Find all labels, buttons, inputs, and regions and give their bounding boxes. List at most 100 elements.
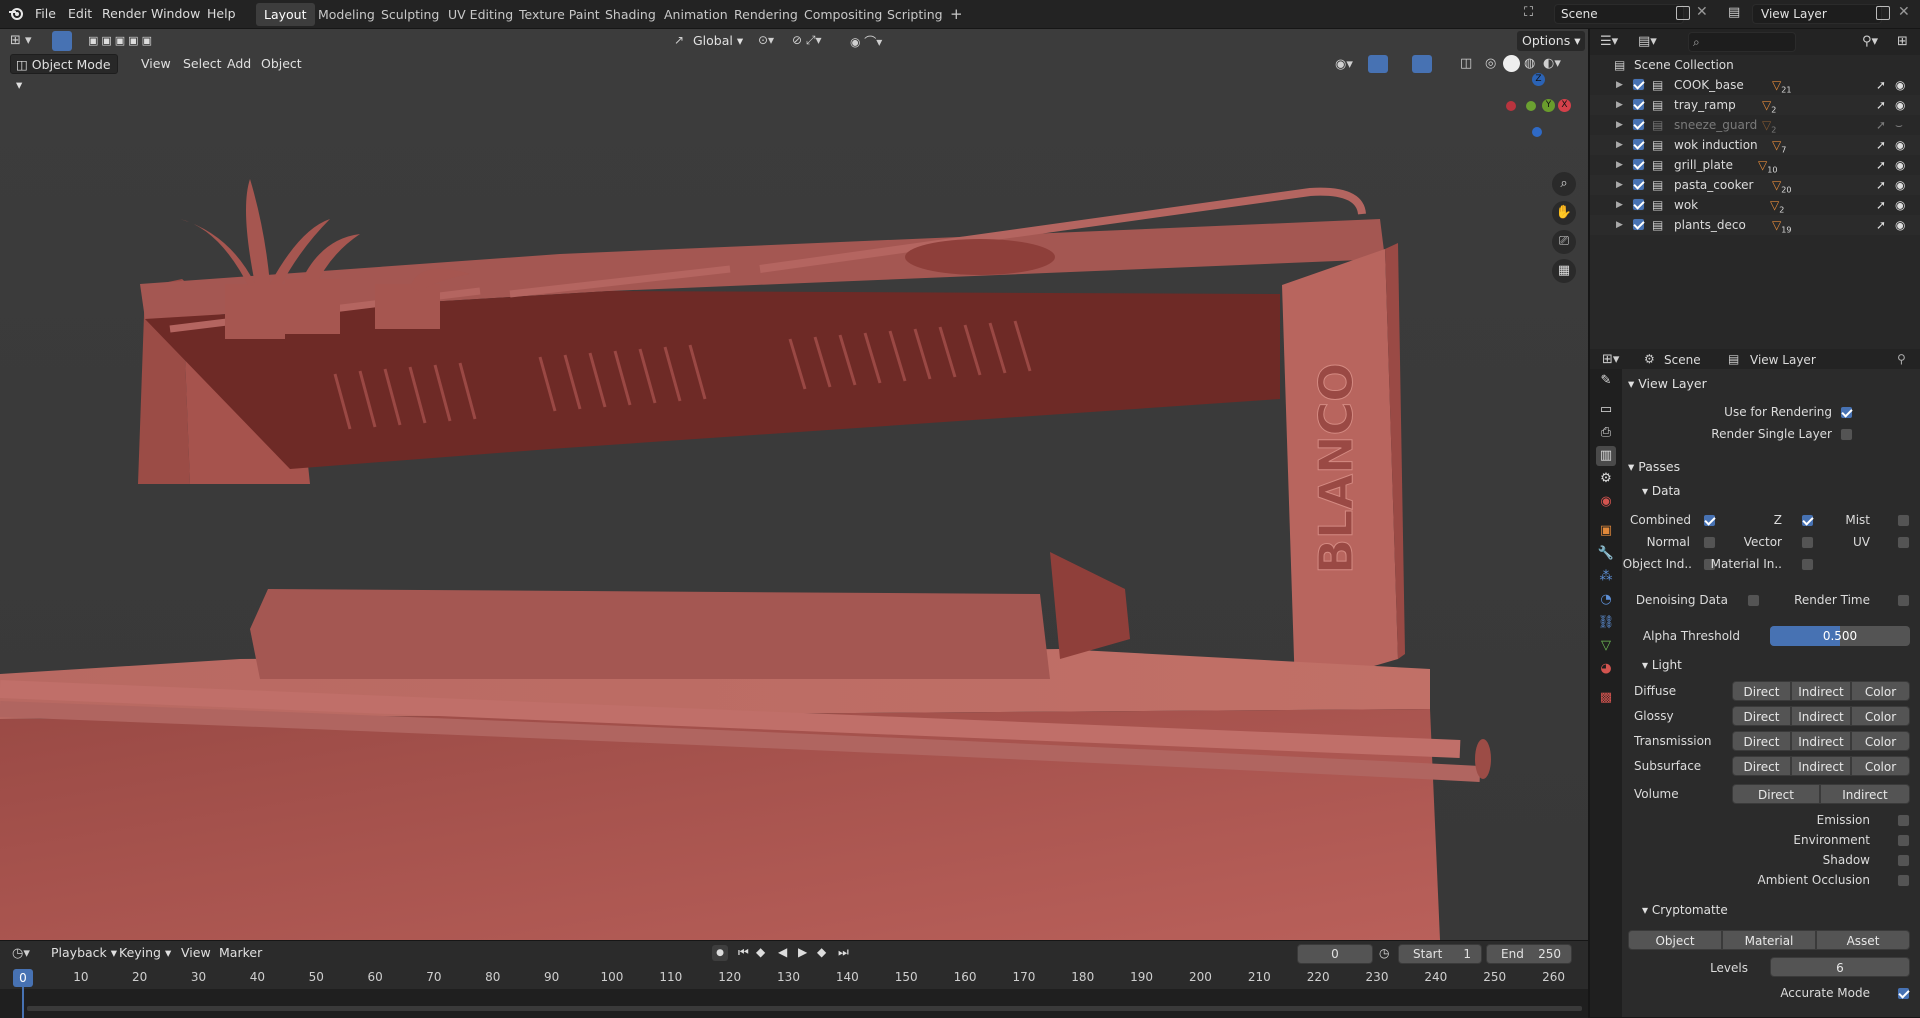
gizmo-z-axis[interactable]: Z xyxy=(1532,73,1545,86)
emission-checkbox[interactable] xyxy=(1897,814,1910,827)
tab-sculpting[interactable]: Sculpting xyxy=(373,3,447,26)
display-mode-icon[interactable]: ▤▾ xyxy=(1638,34,1657,49)
menu-object[interactable]: Object xyxy=(256,54,307,74)
camera-icon[interactable]: ⎚ xyxy=(1552,230,1576,254)
viewport-scene[interactable]: BLANCO xyxy=(0,29,1588,940)
options-dropdown[interactable]: Options ▾ xyxy=(1517,31,1586,51)
tab-scripting[interactable]: Scripting xyxy=(879,3,951,26)
end-frame-field[interactable]: End 250 xyxy=(1486,944,1572,964)
volume-indirect-button[interactable]: Indirect xyxy=(1820,784,1910,804)
3d-viewport[interactable]: BLANCO ⊞ ▾ ▣▣▣▣▣ ↗ Global ▾ ⊙▾ ⊘ ⤢▾ ◉ ⌒▾… xyxy=(0,29,1588,940)
output-tab-icon[interactable]: ⎙ xyxy=(1596,423,1616,443)
light-color-button[interactable]: Color xyxy=(1851,756,1910,776)
outliner-row[interactable]: ▶ ▤ plants_deco ▽19 ➚ ◉ xyxy=(1590,215,1920,235)
selectable-icon[interactable]: ➚ xyxy=(1876,175,1886,195)
overlay-toggle-icon[interactable] xyxy=(1412,55,1432,73)
expand-arrow-icon[interactable]: ▶ xyxy=(1616,155,1623,175)
expand-arrow-icon[interactable]: ▶ xyxy=(1616,215,1623,235)
menu-timeline-view[interactable]: View xyxy=(176,943,216,963)
selectable-icon[interactable]: ➚ xyxy=(1876,155,1886,175)
selectable-icon[interactable]: ➚ xyxy=(1876,215,1886,235)
light-indirect-button[interactable]: Indirect xyxy=(1791,731,1851,751)
menu-select[interactable]: Select xyxy=(178,54,227,74)
data-tab-icon[interactable]: ▽ xyxy=(1596,636,1616,656)
selectable-icon[interactable]: ➚ xyxy=(1876,135,1886,155)
crypto-object-button[interactable]: Object xyxy=(1628,930,1722,950)
normal-checkbox[interactable] xyxy=(1703,536,1716,549)
world-tab-icon[interactable]: ◉ xyxy=(1596,492,1616,512)
clock-icon[interactable]: ◷ xyxy=(1379,946,1389,960)
render-tab-icon[interactable]: ▭ xyxy=(1596,400,1616,420)
mist-checkbox[interactable] xyxy=(1897,514,1910,527)
light-color-button[interactable]: Color xyxy=(1851,706,1910,726)
view-layer-icon[interactable]: ▤ xyxy=(1728,5,1740,20)
select-mode-icons[interactable]: ▣▣▣▣▣ xyxy=(88,34,184,48)
transform-orientation-icon[interactable]: ↗ xyxy=(674,33,684,47)
eye-icon[interactable]: ◉ xyxy=(1895,135,1905,155)
light-indirect-button[interactable]: Indirect xyxy=(1791,681,1851,701)
eye-icon[interactable]: ◉ xyxy=(1895,155,1905,175)
shading-rendered-icon[interactable]: ◐▾ xyxy=(1543,56,1561,71)
outliner-row[interactable]: ▶ ▤ COOK_base ▽21 ➚ ◉ xyxy=(1590,75,1920,95)
light-direct-button[interactable]: Direct xyxy=(1732,756,1791,776)
timeline-track[interactable] xyxy=(0,989,1588,1018)
copy-scene-icon[interactable] xyxy=(1676,6,1690,20)
view-layer-tab-icon[interactable]: ▥ xyxy=(1596,446,1616,466)
gizmo-y-axis[interactable]: Y xyxy=(1542,99,1555,112)
eye-icon[interactable]: ◉ xyxy=(1895,75,1905,95)
selectable-icon[interactable]: ➚ xyxy=(1876,75,1886,95)
expand-arrow-icon[interactable]: ▶ xyxy=(1616,195,1623,215)
gizmo-neg-y[interactable] xyxy=(1526,101,1536,111)
close-view-layer-icon[interactable]: ✕ xyxy=(1898,4,1910,20)
light-color-button[interactable]: Color xyxy=(1851,731,1910,751)
light-direct-button[interactable]: Direct xyxy=(1732,731,1791,751)
scene-icon[interactable]: ⛶ xyxy=(1524,5,1542,23)
menu-keying[interactable]: Keying ▾ xyxy=(114,943,176,963)
playhead[interactable]: 0 xyxy=(13,969,33,987)
physics-tab-icon[interactable]: ◔ xyxy=(1596,590,1616,610)
light-color-button[interactable]: Color xyxy=(1851,681,1910,701)
close-scene-icon[interactable]: ✕ xyxy=(1696,4,1708,20)
scene-tab-icon[interactable]: ⚙ xyxy=(1596,469,1616,489)
selectable-icon[interactable]: ➚ xyxy=(1876,95,1886,115)
tab-modeling[interactable]: Modeling xyxy=(310,3,383,26)
transform-orientation-dropdown[interactable]: Global ▾ xyxy=(688,31,748,51)
xray-icon[interactable]: ◫ xyxy=(1460,56,1472,71)
object-mode-dropdown[interactable]: ◫ Object Mode ▾ xyxy=(10,54,118,92)
editor-type-icon[interactable]: ⊞ ▾ xyxy=(10,33,32,48)
collection-include-checkbox[interactable] xyxy=(1632,78,1645,91)
menu-help[interactable]: Help xyxy=(201,4,242,24)
expand-arrow-icon[interactable]: ▶ xyxy=(1616,135,1623,155)
play-icon[interactable]: ▶ xyxy=(798,945,807,959)
menu-playback[interactable]: Playback ▾ xyxy=(46,943,122,963)
collection-include-checkbox[interactable] xyxy=(1632,198,1645,211)
modifier-tab-icon[interactable]: 🔧 xyxy=(1596,544,1616,564)
current-frame-field[interactable]: 0 xyxy=(1297,944,1373,964)
tab-rendering[interactable]: Rendering xyxy=(726,3,806,26)
add-workspace-button[interactable]: + xyxy=(942,3,971,26)
tab-texture-paint[interactable]: Texture Paint xyxy=(511,3,608,26)
denoising-data-checkbox[interactable] xyxy=(1747,594,1760,607)
navigation-gizmo[interactable]: Z X Y xyxy=(1496,73,1576,153)
eye-icon[interactable]: ◉ xyxy=(1895,95,1905,115)
scene-selector[interactable]: Scene xyxy=(1554,4,1684,24)
tab-layout[interactable]: Layout xyxy=(256,3,315,26)
collection-include-checkbox[interactable] xyxy=(1632,98,1645,111)
visibility-icon[interactable]: ◉▾ xyxy=(1335,57,1353,72)
tool-tab-icon[interactable]: ✎ xyxy=(1596,371,1616,391)
render-time-checkbox[interactable] xyxy=(1897,594,1910,607)
gizmo-x-axis[interactable]: X xyxy=(1558,99,1571,112)
properties-editor-icon[interactable]: ⊞▾ xyxy=(1602,352,1619,367)
z-checkbox[interactable] xyxy=(1801,514,1814,527)
collection-include-checkbox[interactable] xyxy=(1632,158,1645,171)
outliner-row[interactable]: ▶ ▤ wok ▽2 ➚ ◉ xyxy=(1590,195,1920,215)
outliner-row[interactable]: ▶ ▤ tray_ramp ▽2 ➚ ◉ xyxy=(1590,95,1920,115)
volume-direct-button[interactable]: Direct xyxy=(1732,784,1820,804)
tab-compositing[interactable]: Compositing xyxy=(796,3,890,26)
scene-collection-row[interactable]: ▤ Scene Collection xyxy=(1590,55,1920,75)
menu-marker[interactable]: Marker xyxy=(214,943,267,963)
expand-arrow-icon[interactable]: ▶ xyxy=(1616,115,1623,135)
prev-key-icon[interactable]: ◆ xyxy=(756,945,765,959)
copy-view-layer-icon[interactable] xyxy=(1876,6,1890,20)
shading-solid-icon[interactable] xyxy=(1503,55,1520,72)
